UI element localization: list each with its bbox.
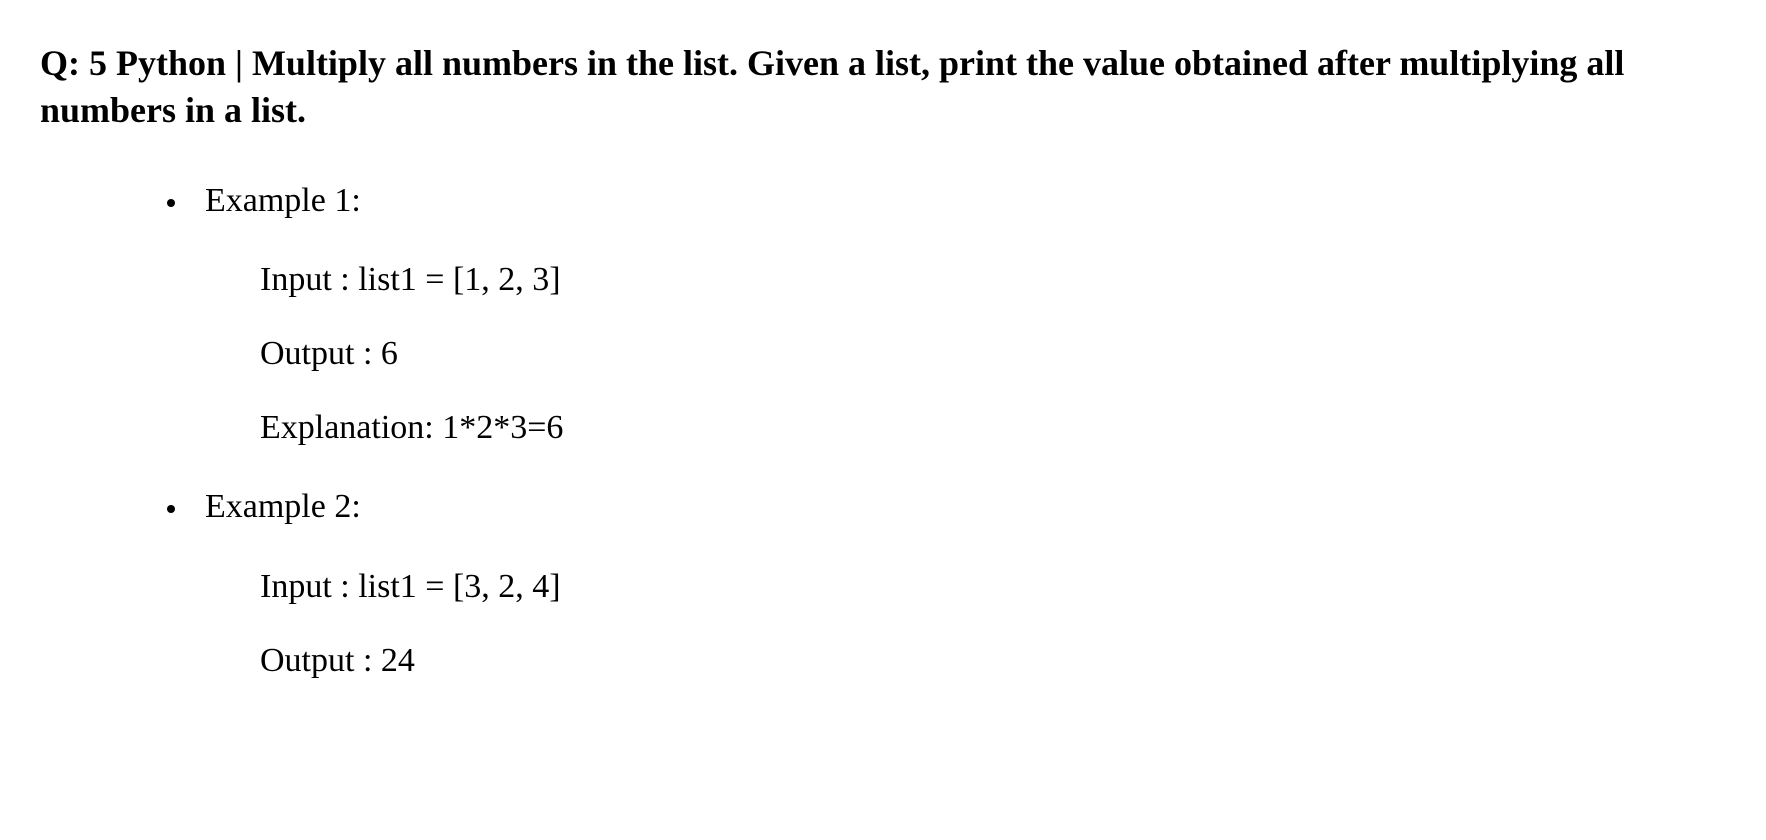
example-line: Input : list1 = [3, 2, 4] xyxy=(260,565,1726,609)
example-label: Example 1: xyxy=(205,179,1726,223)
example-item: Example 2: Input : list1 = [3, 2, 4] Out… xyxy=(190,485,1726,683)
question-heading: Q: 5 Python | Multiply all numbers in th… xyxy=(40,40,1726,134)
example-body: Input : list1 = [3, 2, 4] Output : 24 xyxy=(205,565,1726,683)
example-line: Input : list1 = [1, 2, 3] xyxy=(260,258,1726,302)
example-body: Input : list1 = [1, 2, 3] Output : 6 Exp… xyxy=(205,258,1726,451)
example-item: Example 1: Input : list1 = [1, 2, 3] Out… xyxy=(190,179,1726,451)
examples-list: Example 1: Input : list1 = [1, 2, 3] Out… xyxy=(40,179,1726,683)
example-line: Explanation: 1*2*3=6 xyxy=(260,406,1726,450)
example-label: Example 2: xyxy=(205,485,1726,529)
example-line: Output : 6 xyxy=(260,332,1726,376)
example-line: Output : 24 xyxy=(260,639,1726,683)
